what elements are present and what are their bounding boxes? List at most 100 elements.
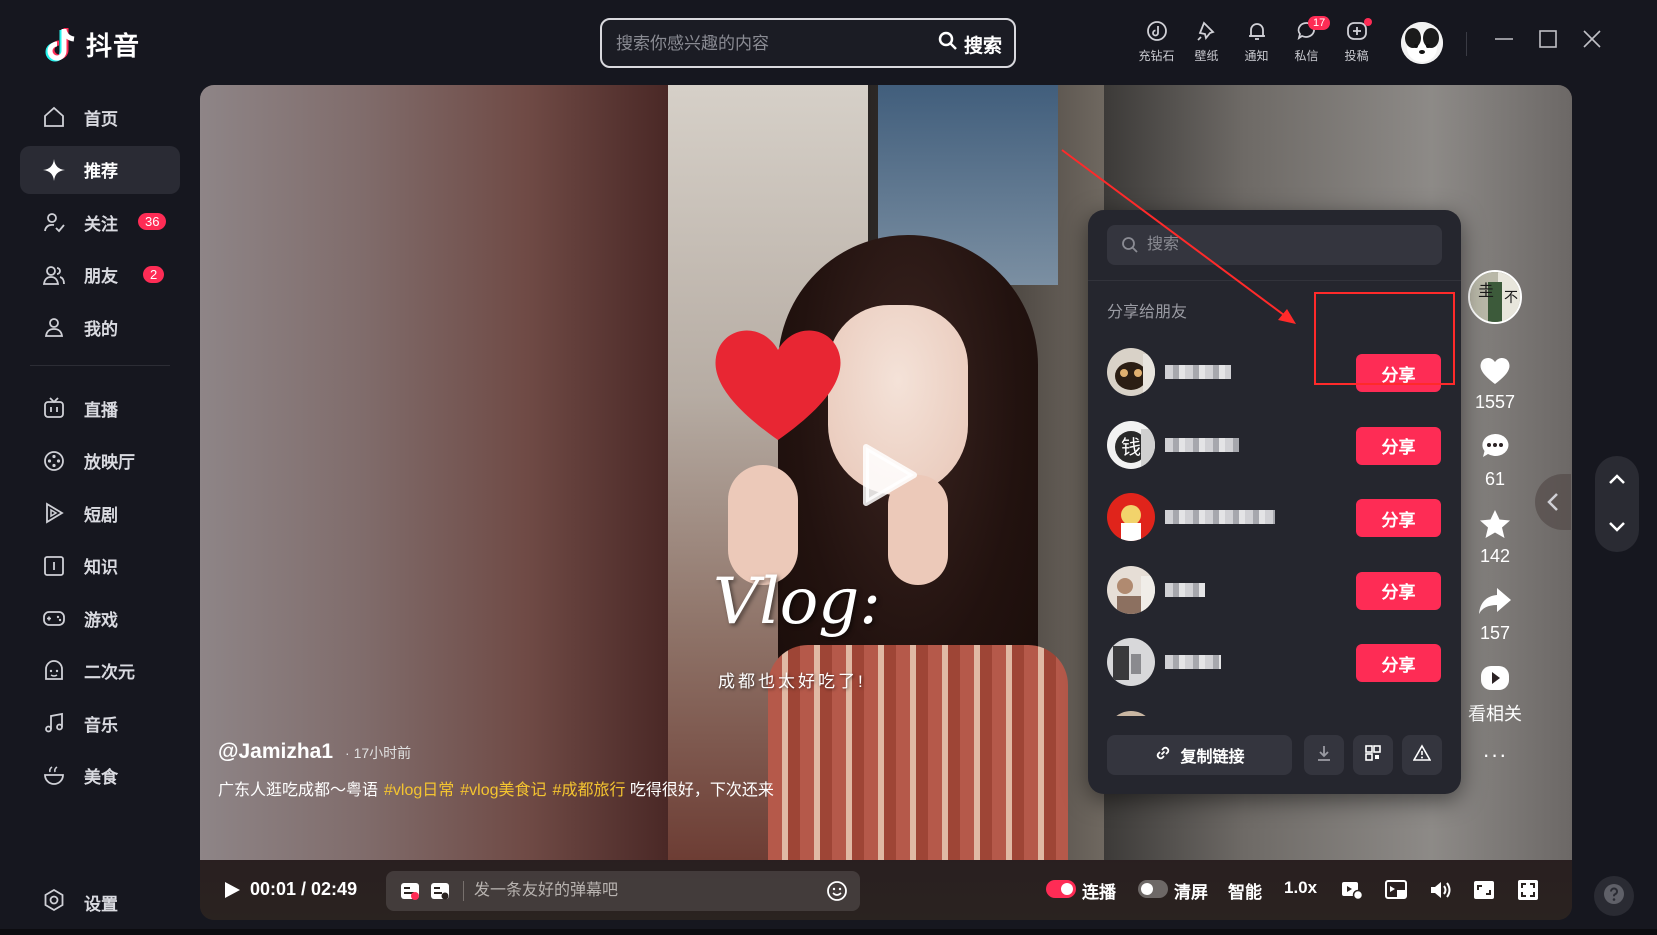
collapse-panel-tab[interactable] <box>1535 474 1571 530</box>
maximize-icon[interactable] <box>1537 28 1559 50</box>
sidebar-item-follow[interactable]: 关注 36 <box>20 198 180 246</box>
sidebar-item-live[interactable]: 直播 <box>20 384 180 432</box>
chevron-down-icon[interactable] <box>1607 516 1627 536</box>
video-actions: 圭不 1557 61 142 157 看相关 ··· <box>1460 270 1530 768</box>
like-button[interactable]: 1557 <box>1475 352 1515 413</box>
share-to-friend-button[interactable]: 分享 <box>1356 644 1441 682</box>
sidebar-item-games[interactable]: 游戏 <box>20 594 180 642</box>
fullscreen-icon[interactable] <box>1516 878 1540 902</box>
sidebar-item-label: 知识 <box>84 558 118 577</box>
svg-text:圭: 圭 <box>1478 281 1494 300</box>
author-avatar[interactable]: 圭不 <box>1468 270 1522 324</box>
copy-link-label: 复制链接 <box>1180 749 1245 766</box>
help-button[interactable] <box>1594 876 1634 916</box>
chevron-up-icon[interactable] <box>1607 470 1627 490</box>
share-to-friend-button[interactable]: 分享 <box>1356 499 1441 537</box>
sidebar-item-music[interactable]: 音乐 <box>20 699 180 747</box>
upload-button[interactable]: 投稿 <box>1340 18 1373 64</box>
volume-icon[interactable] <box>1428 878 1452 902</box>
search-icon <box>938 31 958 57</box>
author-name[interactable]: @Jamizha1 <box>218 740 333 764</box>
recharge-label: 充钻石 <box>1138 49 1175 63</box>
sidebar-item-anime[interactable]: 二次元 <box>20 647 180 695</box>
copy-link-button[interactable]: 复制链接 <box>1107 735 1292 775</box>
list-item: 分享 <box>1107 699 1442 716</box>
app-logo[interactable]: 抖音 <box>44 26 140 63</box>
food-bowl-icon <box>42 764 66 788</box>
emoji-icon[interactable] <box>826 880 848 902</box>
sidebar-item-label: 直播 <box>84 400 118 420</box>
autoplay-toggle[interactable] <box>1046 880 1076 898</box>
danmu-toggle-icon[interactable] <box>400 881 420 901</box>
play-icon[interactable] <box>222 880 242 900</box>
friend-name-masked <box>1165 505 1275 529</box>
share-section-title: 分享给朋友 <box>1107 304 1188 321</box>
sidebar-divider <box>30 365 170 366</box>
related-button[interactable]: 看相关 <box>1468 660 1522 726</box>
heart-icon <box>1477 352 1513 388</box>
description-text: 广东人逛吃成都～粤语 <box>218 782 379 799</box>
wallpaper-button[interactable]: 壁纸 <box>1190 18 1223 64</box>
notification-button[interactable]: 通知 <box>1240 18 1273 64</box>
sidebar-item-friends[interactable]: 朋友 2 <box>20 251 180 299</box>
danmu-divider <box>463 881 464 901</box>
report-button[interactable] <box>1402 735 1442 775</box>
hashtag-link[interactable]: #vlog日常 <box>384 782 454 799</box>
user-avatar[interactable] <box>1401 22 1443 64</box>
messages-badge: 17 <box>1308 16 1331 30</box>
clear-screen-toggle[interactable] <box>1138 880 1168 898</box>
share-action-button[interactable]: 157 <box>1477 583 1513 644</box>
sidebar-item-home[interactable]: 首页 <box>20 93 180 141</box>
video-info: @Jamizha1 · 17小时前 广东人逛吃成都～粤语 #vlog日常 #vlog… <box>218 740 918 800</box>
wallpaper-label: 壁纸 <box>1194 49 1219 63</box>
favorite-button[interactable]: 142 <box>1477 506 1513 567</box>
like-count: 1557 <box>1474 392 1516 412</box>
hashtag-link[interactable]: #vlog美食记 <box>460 782 546 799</box>
friend-name-masked <box>1165 578 1205 602</box>
share-to-friend-button[interactable]: 分享 <box>1356 426 1441 465</box>
qrcode-button[interactable] <box>1353 735 1393 775</box>
home-icon <box>42 105 66 129</box>
follow-badge: 36 <box>138 213 167 230</box>
comment-button[interactable]: 61 <box>1477 429 1513 490</box>
minimize-icon[interactable] <box>1493 28 1515 50</box>
picture-in-picture-icon[interactable] <box>1384 878 1408 902</box>
search-button[interactable]: 搜索 <box>938 30 1002 58</box>
search-input[interactable] <box>616 32 916 56</box>
share-friend-list: 分享 钱 分享 分享 分享 分享 分享 <box>1107 336 1442 716</box>
play-overlay-icon[interactable] <box>862 443 918 512</box>
download-button[interactable] <box>1304 735 1344 775</box>
search-icon <box>1121 236 1139 259</box>
warning-icon <box>1412 743 1432 767</box>
share-to-friend-button[interactable]: 分享 <box>1356 571 1441 610</box>
sidebar-item-food[interactable]: 美食 <box>20 752 180 800</box>
friend-avatar <box>1107 710 1155 716</box>
danmu-input[interactable] <box>474 880 794 902</box>
music-note-icon <box>42 711 66 735</box>
pip-play-icon[interactable] <box>1340 878 1364 902</box>
hashtag-link[interactable]: #成都旅行 <box>553 782 626 799</box>
sidebar-item-label: 关注 <box>84 214 118 234</box>
sidebar-item-cinema[interactable]: 放映厅 <box>20 437 180 485</box>
sidebar-item-short-drama[interactable]: 短剧 <box>20 489 180 537</box>
sidebar-item-recommend[interactable]: 推荐 <box>20 145 180 194</box>
more-options-button[interactable]: ··· <box>1483 742 1508 768</box>
danmu-settings-icon[interactable] <box>430 881 450 901</box>
clear-screen-label: 清屏 <box>1174 883 1208 902</box>
top-divider <box>1466 32 1467 56</box>
web-fullscreen-icon[interactable] <box>1472 878 1496 902</box>
share-count: 157 <box>1479 623 1511 643</box>
share-search-input[interactable] <box>1147 234 1407 256</box>
messages-button[interactable]: 17 私信 <box>1290 16 1331 64</box>
quality-button[interactable]: 智能 <box>1228 878 1262 903</box>
user-icon <box>42 315 66 339</box>
speed-button[interactable]: 1.0x <box>1284 878 1317 898</box>
sidebar-item-label: 短剧 <box>84 505 118 525</box>
sidebar-item-mine[interactable]: 我的 <box>20 303 180 351</box>
sidebar-item-knowledge[interactable]: 知识 <box>20 542 180 590</box>
recharge-button[interactable]: 充钻石 <box>1138 18 1175 64</box>
settings-button[interactable]: 设置 <box>20 882 118 922</box>
close-icon[interactable] <box>1581 28 1603 50</box>
film-reel-icon <box>42 449 66 473</box>
anime-icon <box>42 659 66 683</box>
